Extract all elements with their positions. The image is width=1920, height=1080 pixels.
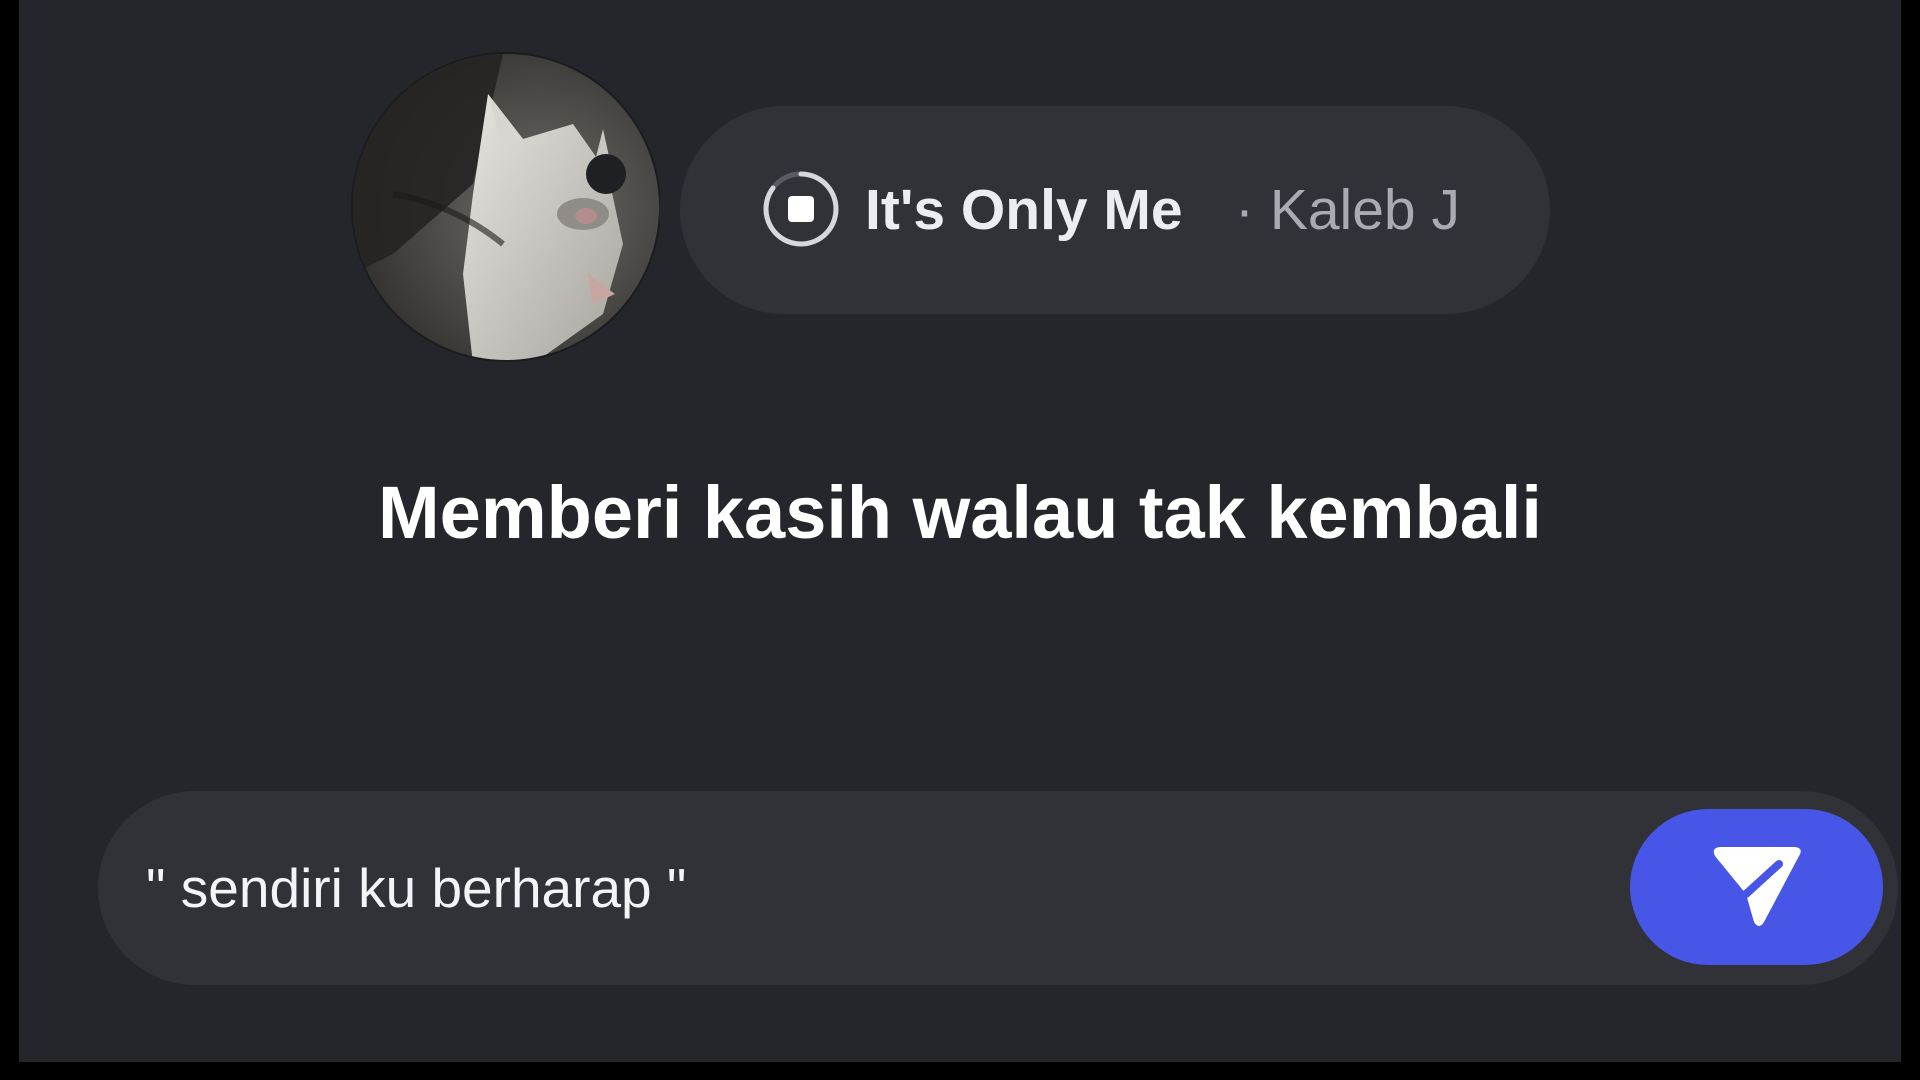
- song-title: It's Only Me: [865, 178, 1183, 242]
- send-button[interactable]: [1630, 809, 1883, 965]
- avatar[interactable]: [351, 52, 661, 362]
- reply-input[interactable]: " sendiri ku berharap ": [146, 791, 686, 985]
- song-artist: · Kaleb J: [1235, 178, 1460, 242]
- lyric-text: Memberi kasih walau tak kembali: [378, 471, 1542, 554]
- now-playing-pill[interactable]: It's Only Me · Kaleb J: [680, 106, 1550, 314]
- reply-field[interactable]: " sendiri ku berharap ": [98, 791, 1898, 985]
- stop-icon[interactable]: [761, 169, 841, 249]
- send-icon: [1713, 847, 1801, 926]
- online-indicator: [586, 154, 626, 194]
